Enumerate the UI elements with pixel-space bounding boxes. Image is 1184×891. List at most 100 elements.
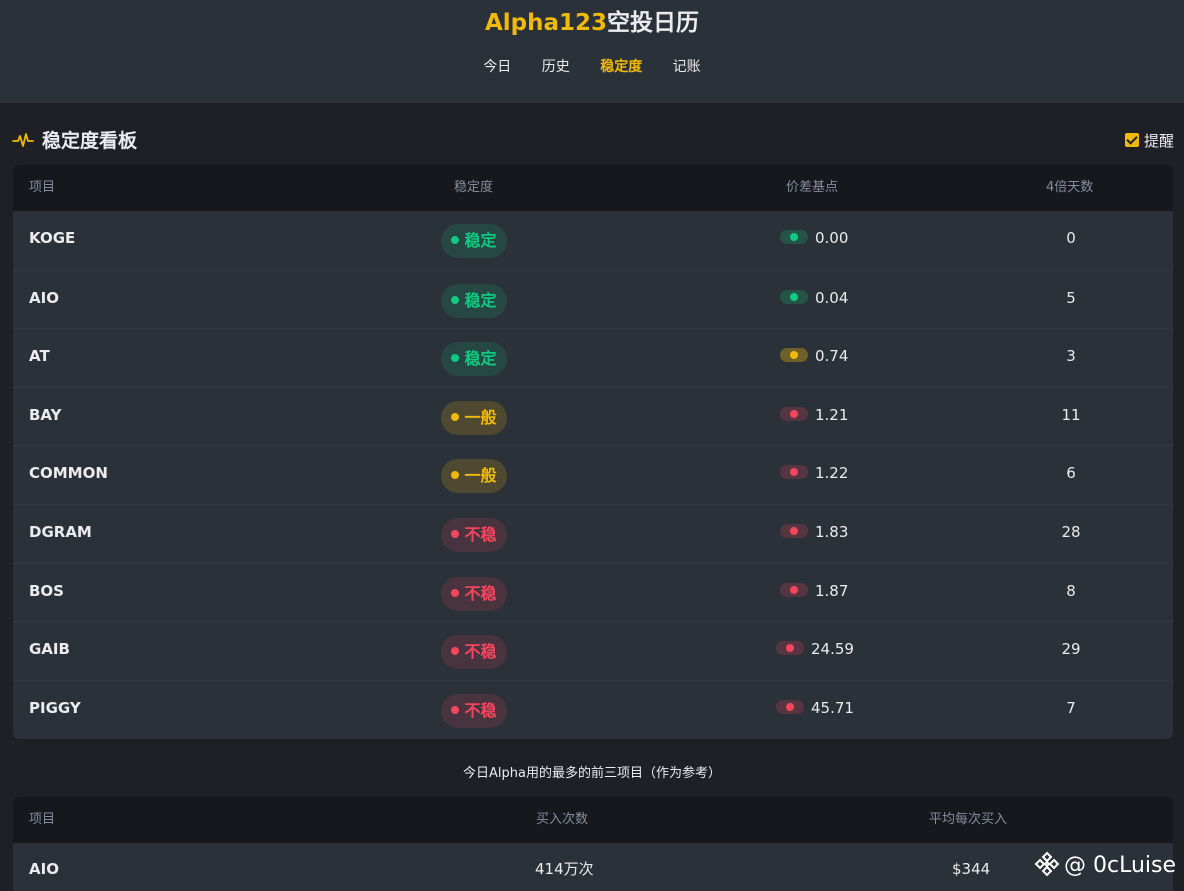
spread-indicator-icon bbox=[780, 230, 808, 244]
spread-cell: 45.71 bbox=[776, 698, 854, 718]
four-x-days: 0 bbox=[1066, 229, 1076, 247]
project-name: COMMON bbox=[29, 464, 108, 483]
spread-indicator-icon bbox=[780, 582, 808, 597]
title-brand: Alpha123 bbox=[484, 10, 608, 36]
remind-label: 提醒 bbox=[1143, 132, 1174, 150]
stability-label: 稳定 bbox=[464, 231, 497, 250]
spread-value: 1.87 bbox=[815, 581, 849, 600]
four-x-days: 8 bbox=[1066, 581, 1076, 600]
spread-indicator-icon bbox=[780, 465, 808, 480]
pulse-icon bbox=[12, 133, 34, 147]
title-rest: 空投日历 bbox=[607, 10, 700, 36]
table-header: 项目 稳定度 价差基点 4倍天数 bbox=[13, 165, 1173, 211]
table-row[interactable]: PIGGY 不稳 45.71 7 bbox=[13, 679, 1173, 739]
status-dot-icon bbox=[451, 588, 460, 597]
top3-name: AIO bbox=[29, 860, 59, 878]
stability-badge: 不稳 bbox=[441, 518, 507, 552]
spread-value: 1.22 bbox=[815, 464, 849, 483]
remind-toggle[interactable]: 提醒 bbox=[1124, 130, 1174, 152]
status-dot-icon bbox=[451, 236, 460, 244]
top3-table: 项目 买入次数 平均每次买入 AIO 414万次 $344 bbox=[13, 797, 1173, 891]
top-header: Alpha123空投日历 今日 历史 稳定度 记账 bbox=[0, 0, 1184, 103]
four-x-days: 28 bbox=[1061, 523, 1081, 541]
binance-logo-icon bbox=[1034, 851, 1060, 877]
stability-badge: 不稳 bbox=[441, 576, 507, 611]
spread-value: 1.21 bbox=[815, 405, 849, 424]
four-x-days: 6 bbox=[1066, 464, 1076, 483]
table-row[interactable]: DGRAM 不稳 1.83 28 bbox=[13, 504, 1173, 563]
status-dot-icon bbox=[451, 471, 460, 480]
remind-checkbox[interactable] bbox=[1124, 133, 1139, 147]
spread-cell: 0.04 bbox=[780, 288, 848, 308]
watermark: @ 0cLuise bbox=[1034, 851, 1176, 881]
stability-badge: 一般 bbox=[441, 400, 507, 435]
page-title: Alpha123空投日历 bbox=[0, 8, 1184, 38]
col-project: 项目 bbox=[29, 180, 56, 195]
stability-table: 项目 稳定度 价差基点 4倍天数 KOGE 稳定 0.00 0 AIO 稳定 0.04 5 AT… bbox=[13, 165, 1173, 739]
spread-value: 24.59 bbox=[811, 640, 854, 659]
col-stability: 稳定度 bbox=[454, 180, 494, 195]
table-row[interactable]: BAY 一般 1.21 11 bbox=[13, 386, 1173, 446]
project-name: KOGE bbox=[29, 229, 76, 247]
stability-label: 一般 bbox=[464, 407, 497, 427]
spread-cell: 24.59 bbox=[776, 639, 854, 659]
stability-badge: 稳定 bbox=[441, 224, 507, 258]
four-x-days: 5 bbox=[1066, 288, 1076, 307]
four-x-days: 29 bbox=[1061, 640, 1081, 659]
col-4x-days: 4倍天数 bbox=[1046, 180, 1094, 195]
spread-cell: 0.74 bbox=[780, 346, 848, 366]
project-name: BAY bbox=[29, 405, 62, 424]
status-dot-icon bbox=[451, 705, 460, 714]
spread-indicator-icon bbox=[780, 524, 808, 538]
stability-badge: 稳定 bbox=[441, 342, 507, 377]
table-row[interactable]: KOGE 稳定 0.00 0 bbox=[13, 211, 1173, 270]
project-name: GAIB bbox=[29, 640, 70, 659]
top3-col-avg: 平均每次买入 bbox=[929, 812, 1008, 827]
four-x-days: 3 bbox=[1066, 347, 1076, 366]
stability-badge: 一般 bbox=[441, 459, 507, 494]
status-dot-icon bbox=[451, 412, 460, 421]
project-name: AIO bbox=[29, 288, 59, 307]
stability-badge: 不稳 bbox=[441, 635, 507, 670]
status-dot-icon bbox=[451, 530, 460, 538]
nav-ledger[interactable]: 记账 bbox=[673, 57, 701, 77]
main-nav: 今日 历史 稳定度 记账 bbox=[0, 57, 1184, 77]
top3-avg: $344 bbox=[952, 860, 991, 878]
nav-today[interactable]: 今日 bbox=[483, 57, 511, 77]
stability-label: 不稳 bbox=[464, 583, 497, 603]
spread-indicator-icon bbox=[776, 641, 804, 656]
spread-value: 0.04 bbox=[815, 288, 849, 307]
spread-cell: 0.00 bbox=[780, 228, 848, 248]
spread-cell: 1.21 bbox=[780, 405, 848, 425]
four-x-days: 7 bbox=[1066, 698, 1076, 717]
table-row[interactable]: AIO 稳定 0.04 5 bbox=[13, 269, 1173, 329]
project-name: AT bbox=[29, 347, 50, 366]
top3-col-project: 项目 bbox=[29, 812, 56, 827]
project-name: BOS bbox=[29, 581, 64, 600]
nav-stability[interactable]: 稳定度 bbox=[600, 57, 642, 77]
status-dot-icon bbox=[451, 295, 460, 304]
table-row[interactable]: BOS 不稳 1.87 8 bbox=[13, 562, 1173, 622]
spread-cell: 1.22 bbox=[780, 463, 848, 483]
stability-badge: 不稳 bbox=[441, 693, 507, 728]
stability-label: 稳定 bbox=[464, 290, 497, 310]
nav-history[interactable]: 历史 bbox=[542, 57, 570, 77]
project-name: DGRAM bbox=[29, 523, 92, 541]
stability-label: 不稳 bbox=[464, 525, 497, 544]
spread-indicator-icon bbox=[776, 699, 804, 714]
board-title: 稳定度看板 bbox=[42, 130, 138, 152]
spread-value: 1.83 bbox=[815, 523, 849, 541]
spread-value: 0.00 bbox=[815, 229, 849, 247]
top3-caption: 今日Alpha用的最多的前三项目（作为参考） bbox=[463, 766, 721, 781]
table-row[interactable]: AT 稳定 0.74 3 bbox=[13, 328, 1173, 387]
table-row[interactable]: COMMON 一般 1.22 6 bbox=[13, 445, 1173, 504]
spread-cell: 1.83 bbox=[780, 522, 848, 542]
top3-buys: 414万次 bbox=[535, 860, 594, 878]
four-x-days: 11 bbox=[1061, 405, 1081, 424]
spread-indicator-icon bbox=[780, 289, 808, 304]
table-row[interactable]: GAIB 不稳 24.59 29 bbox=[13, 621, 1173, 680]
stability-label: 不稳 bbox=[464, 642, 497, 662]
stability-label: 不稳 bbox=[464, 700, 497, 720]
project-name: PIGGY bbox=[29, 698, 81, 717]
stability-label: 一般 bbox=[464, 466, 497, 486]
